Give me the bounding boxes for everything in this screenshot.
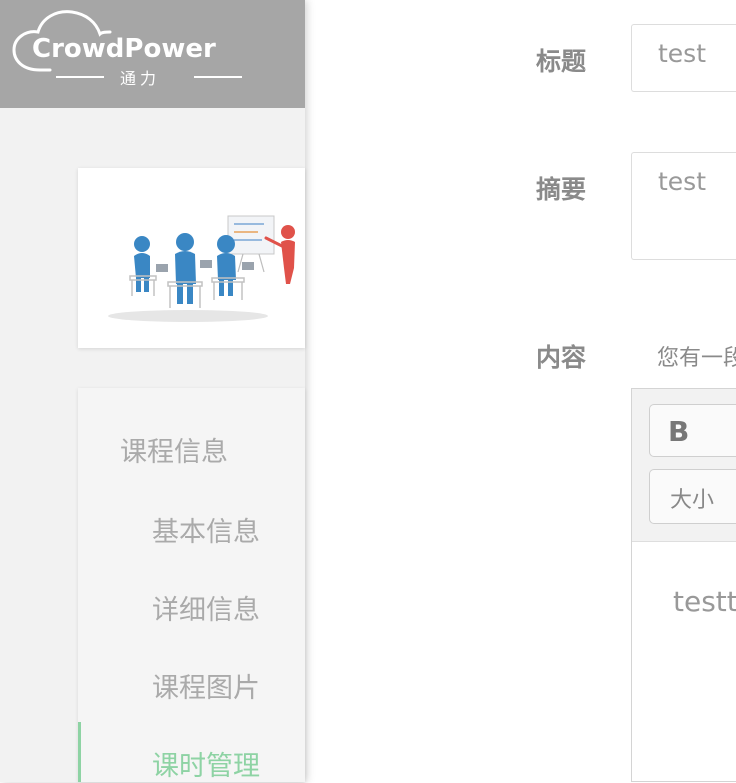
font-size-label: 大小 [670, 488, 715, 513]
sidebar: CrowdPower 通力 课程信息 基本信息 详细信息 课程图片 课时管理 [0, 0, 305, 782]
course-thumbnail-card[interactable] [78, 168, 305, 348]
menu-item-detail-info[interactable]: 详细信息 [152, 588, 260, 627]
menu-item-lesson-management[interactable]: 课时管理 [152, 744, 260, 783]
logo-divider-right [194, 76, 242, 78]
summary-label: 摘要 [536, 175, 587, 204]
menu-section-title: 课程信息 [120, 437, 228, 468]
logo-bar: CrowdPower 通力 [0, 0, 305, 108]
font-size-button[interactable]: 大小 [649, 469, 736, 524]
title-input[interactable]: test [631, 24, 736, 92]
logo-text: CrowdPower [32, 34, 216, 64]
main-form: 标题 test 摘要 test 内容 您有一段 B I 大小 testte [305, 0, 736, 782]
logo-subtitle: 通力 [54, 66, 242, 88]
menu-item-basic-info[interactable]: 基本信息 [152, 510, 260, 549]
content-hint: 您有一段 [657, 346, 736, 371]
menu-item-course-images[interactable]: 课程图片 [152, 666, 260, 705]
course-menu: 课程信息 基本信息 详细信息 课程图片 课时管理 [78, 388, 305, 782]
format-button-group: B I [649, 404, 736, 457]
rich-text-editor: B I 大小 testte [631, 388, 736, 782]
active-indicator [78, 722, 81, 782]
logo-subtitle-text: 通力 [120, 69, 161, 88]
content-label: 内容 [536, 343, 587, 372]
title-label: 标题 [536, 47, 587, 76]
editor-toolbar: B I 大小 [632, 389, 736, 542]
bold-button[interactable]: B [668, 415, 689, 448]
editor-content[interactable]: testte [673, 585, 736, 618]
summary-textarea[interactable]: test [631, 152, 736, 260]
logo-divider-left [56, 76, 104, 78]
crowdpower-logo[interactable]: CrowdPower 通力 [10, 8, 260, 98]
course-image [108, 215, 295, 322]
